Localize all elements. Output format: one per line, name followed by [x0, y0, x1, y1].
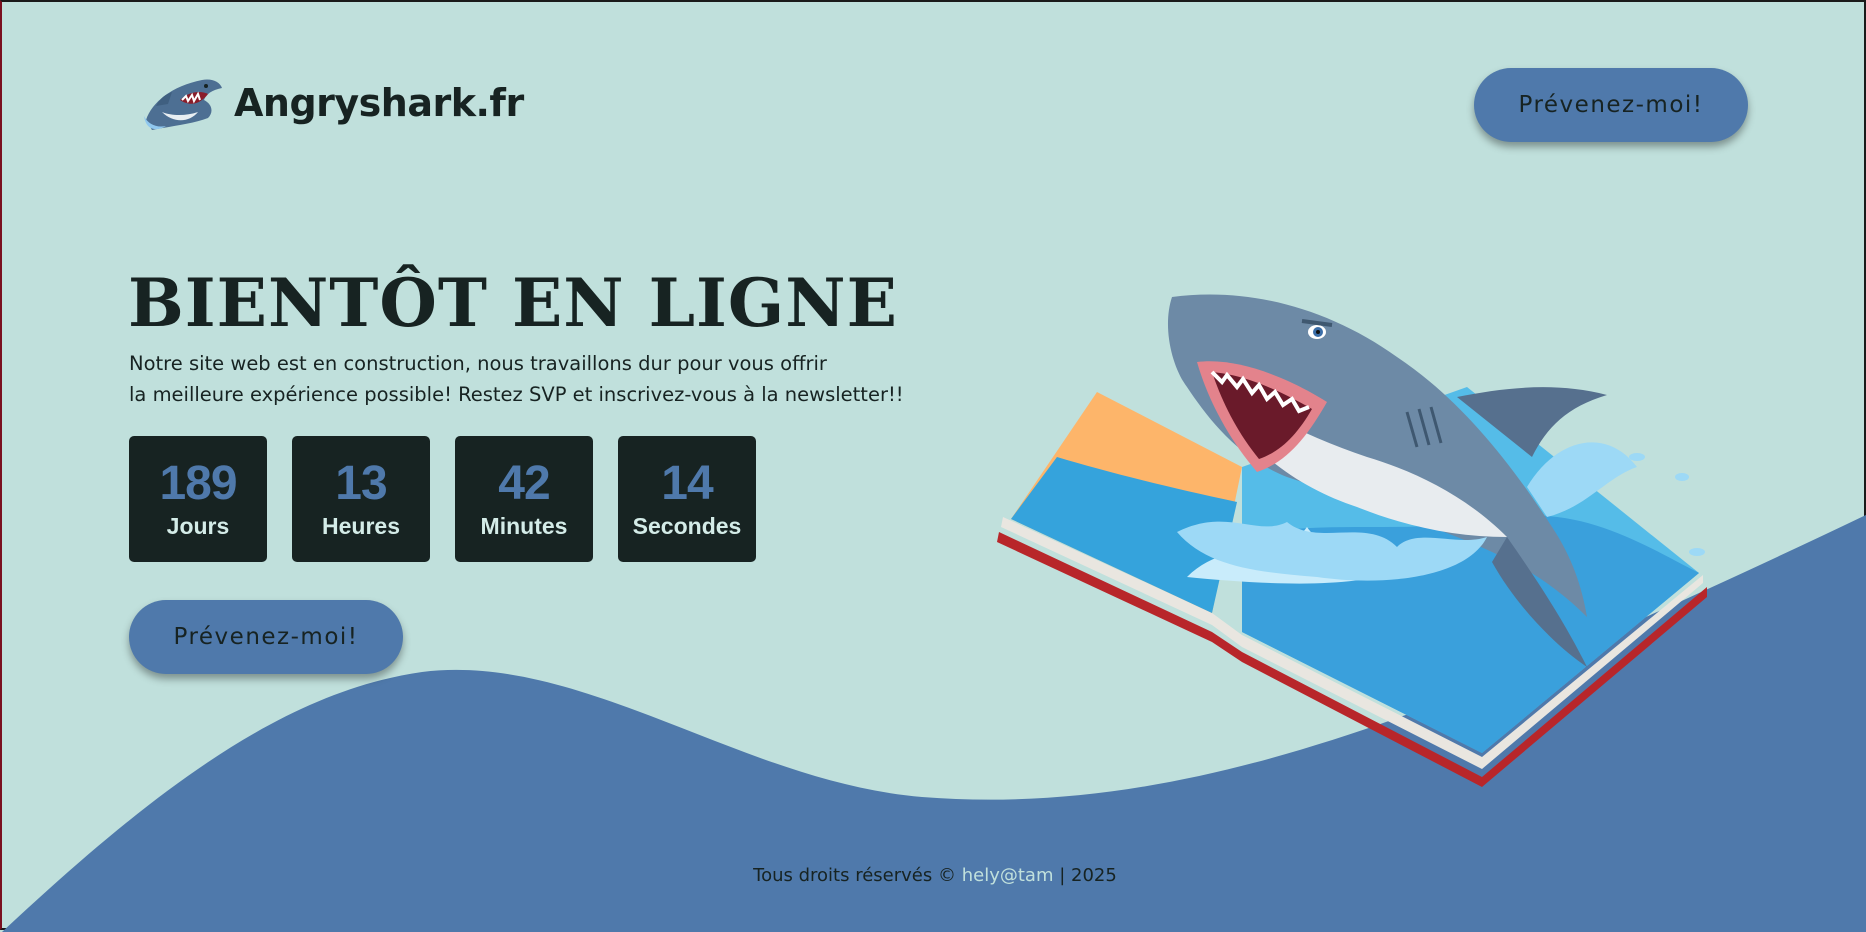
brand-name: Angryshark.fr — [234, 81, 524, 125]
cta-notify-button[interactable]: Prévenez-moi! — [129, 600, 403, 674]
footer-year: | 2025 — [1059, 865, 1117, 886]
countdown-minutes-label: Minutes — [480, 512, 568, 539]
description-line-2: la meilleure expérience possible! Restez… — [129, 383, 904, 406]
countdown-seconds-value: 14 — [661, 456, 713, 510]
countdown-minutes-value: 42 — [498, 456, 550, 510]
countdown-seconds-label: Secondes — [632, 512, 742, 539]
header-notify-button[interactable]: Prévenez-moi! — [1474, 68, 1748, 142]
countdown-minutes: 42 Minutes — [455, 436, 593, 562]
countdown-hours-label: Heures — [322, 512, 400, 539]
countdown-days-label: Jours — [166, 512, 230, 539]
footer-copyright: Tous droits réservés © — [753, 865, 956, 886]
shark-book-illustration-icon — [997, 294, 1707, 787]
brand-logo[interactable]: Angryshark.fr — [142, 72, 524, 134]
countdown-days: 189 Jours — [129, 436, 267, 562]
hero-description: Notre site web est en construction, nous… — [129, 348, 904, 410]
description-line-1: Notre site web est en construction, nous… — [129, 352, 827, 375]
countdown-seconds: 14 Secondes — [618, 436, 756, 562]
footer-author-link[interactable]: hely@tam — [962, 865, 1054, 886]
countdown-days-value: 189 — [159, 456, 237, 510]
countdown-timer: 189 Jours 13 Heures 42 Minutes 14 Second… — [129, 436, 756, 562]
page-title: BIENTÔT EN LIGNE — [128, 264, 898, 342]
countdown-hours: 13 Heures — [292, 436, 430, 562]
shark-logo-icon — [144, 79, 222, 130]
footer: Tous droits réservés © hely@tam | 2025 — [2, 865, 1866, 886]
countdown-hours-value: 13 — [335, 456, 387, 510]
